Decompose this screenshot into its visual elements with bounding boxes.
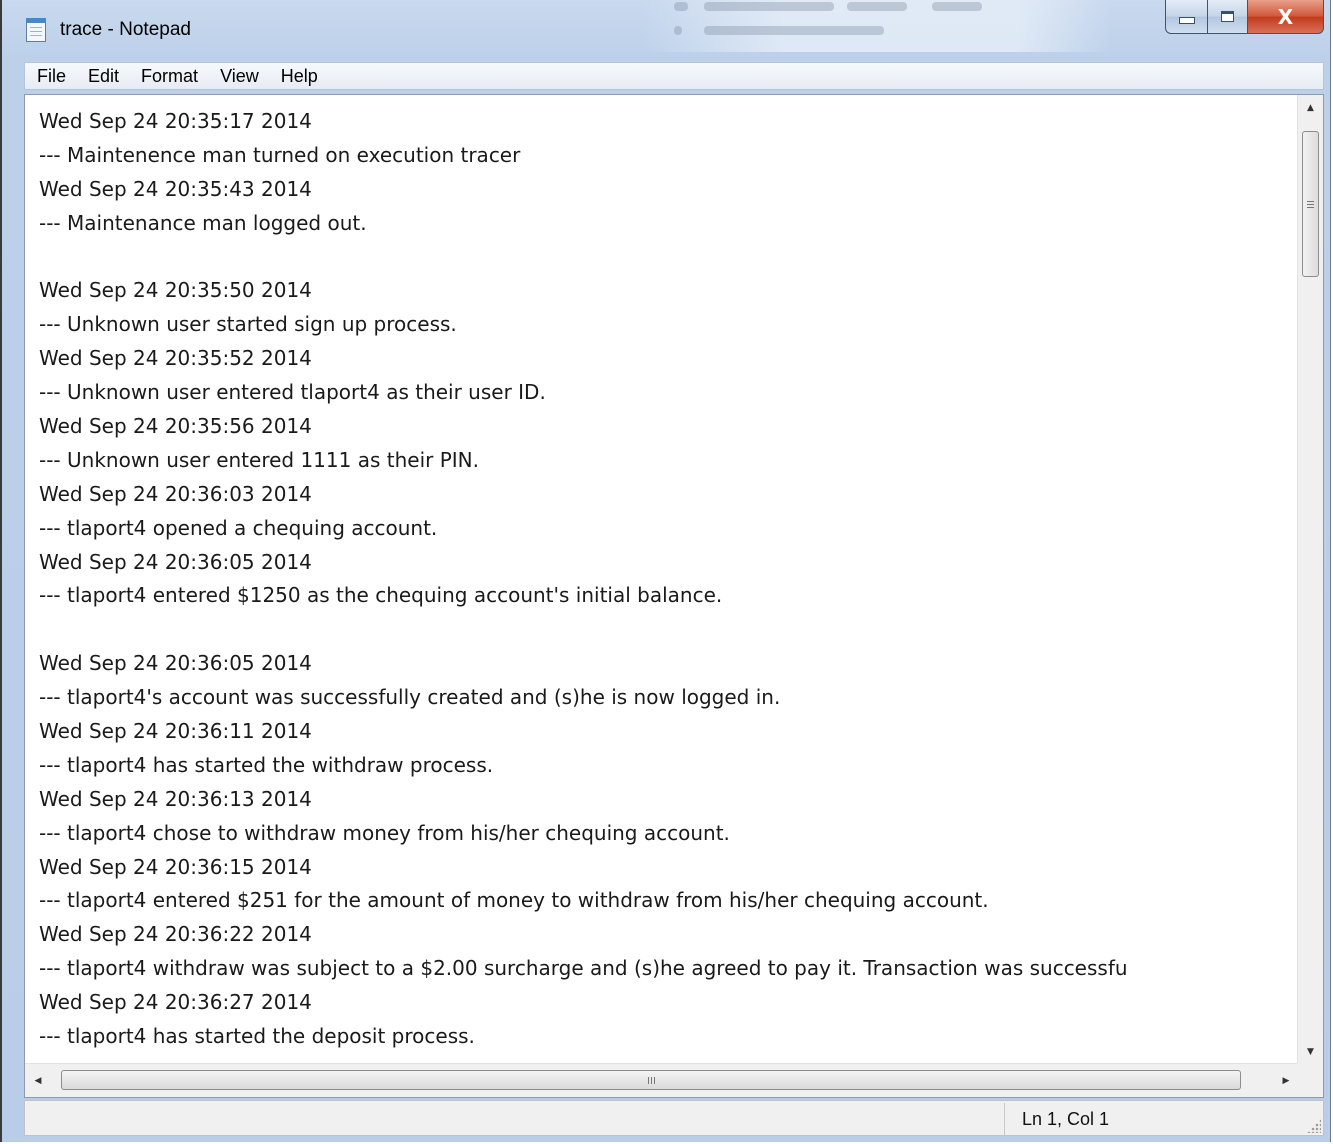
text-line: Wed Sep 24 20:35:52 2014 — [39, 346, 312, 371]
notepad-icon — [26, 18, 46, 42]
caption-buttons: X — [1165, 0, 1324, 34]
text-line: --- tlaport4 chose to withdraw money fro… — [39, 820, 730, 845]
close-icon: X — [1277, 4, 1294, 29]
text-line: Wed Sep 24 20:36:15 2014 — [39, 854, 312, 879]
grip-icon — [647, 1076, 655, 1084]
grip-icon — [1307, 200, 1314, 208]
text-line: --- tlaport4 has started the withdraw pr… — [39, 752, 494, 777]
text-content[interactable]: Wed Sep 24 20:35:17 2014 --- Maintenence … — [25, 95, 1299, 1065]
text-line: Wed Sep 24 20:36:05 2014 — [39, 651, 312, 676]
maximize-icon — [1221, 11, 1234, 22]
text-line: Wed Sep 24 20:36:27 2014 — [39, 990, 312, 1015]
vertical-scrollbar[interactable]: ▲ ▼ — [1297, 95, 1323, 1065]
menu-edit[interactable]: Edit — [76, 66, 129, 87]
background-window-blur — [642, 0, 1112, 52]
text-line: Wed Sep 24 20:36:11 2014 — [39, 719, 312, 744]
editor-area: Wed Sep 24 20:35:17 2014 --- Maintenence … — [24, 94, 1324, 1098]
menu-help[interactable]: Help — [269, 66, 328, 87]
scroll-up-arrow-icon[interactable]: ▲ — [1298, 95, 1323, 121]
vertical-scroll-thumb[interactable] — [1302, 131, 1319, 277]
text-line: Wed Sep 24 20:35:50 2014 — [39, 278, 312, 303]
text-line: --- Unknown user started sign up process… — [39, 312, 457, 337]
text-line: Wed Sep 24 20:36:05 2014 — [39, 549, 312, 574]
text-line: --- Maintenence man turned on execution … — [39, 142, 521, 167]
minimize-icon — [1178, 17, 1195, 24]
text-line: --- tlaport4 entered $1250 as the chequi… — [39, 583, 723, 608]
status-divider — [1004, 1103, 1005, 1135]
menu-format[interactable]: Format — [129, 66, 208, 87]
menu-view[interactable]: View — [208, 66, 269, 87]
cursor-position: Ln 1, Col 1 — [1022, 1109, 1110, 1129]
menu-file[interactable]: File — [25, 66, 76, 87]
scroll-down-arrow-icon[interactable]: ▼ — [1298, 1039, 1323, 1065]
notepad-window: trace - Notepad X File Edit Format View … — [0, 0, 1331, 1142]
text-line: --- Maintenance man logged out. — [39, 210, 367, 235]
text-line: --- tlaport4's account was successfully … — [39, 685, 781, 710]
maximize-button[interactable] — [1208, 0, 1248, 34]
text-line: Wed Sep 24 20:36:22 2014 — [39, 922, 312, 947]
scroll-right-arrow-icon[interactable]: ▶ — [1273, 1064, 1299, 1097]
text-line: --- Unknown user entered 1111 as their P… — [39, 447, 479, 472]
text-line: --- Unknown user entered tlaport4 as the… — [39, 380, 546, 405]
horizontal-scrollbar[interactable]: ◀ ▶ — [25, 1063, 1299, 1097]
text-line: --- tlaport4 withdraw was subject to a $… — [39, 956, 1128, 981]
text-line: --- tlaport4 has started the deposit pro… — [39, 1024, 475, 1049]
text-line — [39, 613, 1299, 647]
text-line: Wed Sep 24 20:36:03 2014 — [39, 481, 312, 506]
horizontal-scroll-thumb[interactable] — [61, 1070, 1241, 1090]
minimize-button[interactable] — [1165, 0, 1208, 34]
text-line — [39, 241, 1299, 275]
text-line: Wed Sep 24 20:35:17 2014 — [39, 109, 312, 133]
text-line: --- tlaport4 opened a chequing account. — [39, 515, 438, 540]
text-line: Wed Sep 24 20:35:56 2014 — [39, 414, 312, 439]
resize-grip-icon[interactable] — [1307, 1119, 1321, 1133]
scrollbar-corner — [1297, 1063, 1323, 1097]
status-bar: Ln 1, Col 1 — [24, 1100, 1324, 1136]
scroll-left-arrow-icon[interactable]: ◀ — [25, 1064, 51, 1097]
text-line: --- tlaport4 entered $251 for the amount… — [39, 888, 989, 913]
title-bar[interactable]: trace - Notepad X — [2, 0, 1330, 60]
menu-bar: File Edit Format View Help — [24, 62, 1324, 90]
text-line: Wed Sep 24 20:36:13 2014 — [39, 786, 312, 811]
window-title: trace - Notepad — [60, 19, 191, 40]
close-button[interactable]: X — [1248, 0, 1324, 34]
text-line: Wed Sep 24 20:35:43 2014 — [39, 176, 312, 201]
